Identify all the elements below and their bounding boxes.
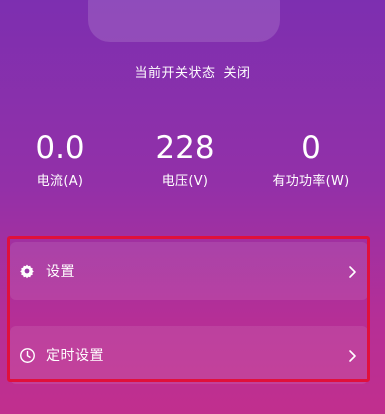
metric-current: 0.0 电流(A) xyxy=(0,128,120,189)
switch-status-label: 当前开关状态 xyxy=(134,66,216,81)
highlight-frame xyxy=(7,236,370,382)
active-power-value: 0 xyxy=(301,130,321,166)
current-value: 0.0 xyxy=(35,130,85,166)
current-label: 电流(A) xyxy=(36,174,84,189)
voltage-label: 电压(V) xyxy=(161,174,209,189)
voltage-value: 228 xyxy=(155,130,215,166)
switch-status-value: 关闭 xyxy=(223,66,251,81)
metrics-panel: 0.0 电流(A) 228 电压(V) 0 有功功率(W) xyxy=(0,128,385,198)
metric-active-power: 0 有功功率(W) xyxy=(251,128,371,189)
switch-status: 当前开关状态 关闭 xyxy=(0,62,385,81)
metric-voltage: 228 电压(V) xyxy=(125,128,245,189)
device-image-card xyxy=(88,0,280,42)
active-power-label: 有功功率(W) xyxy=(272,174,350,189)
